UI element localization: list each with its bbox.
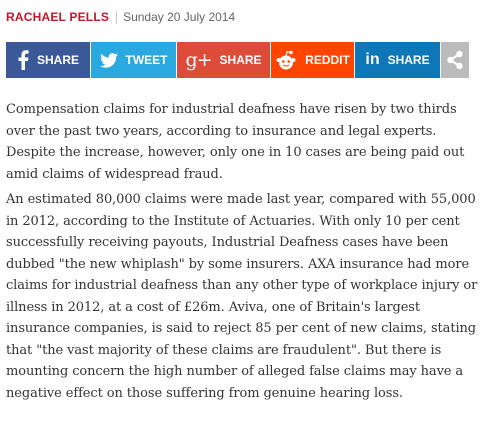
google-plus-share-button[interactable]: g+ SHARE xyxy=(177,42,270,78)
linkedin-share-button[interactable]: in SHARE xyxy=(355,42,440,78)
publish-date: Sunday 20 July 2014 xyxy=(123,10,236,24)
article-paragraph: Compensation claims for industrial deafn… xyxy=(6,102,465,182)
facebook-icon xyxy=(17,50,29,70)
google-plus-icon: g+ xyxy=(185,49,212,71)
article-body: Compensation claims for industrial deafn… xyxy=(6,99,480,408)
reddit-share-label: REDDIT xyxy=(305,53,350,67)
linkedin-share-label: SHARE xyxy=(387,53,430,67)
twitter-tweet-button[interactable]: TWEET xyxy=(91,42,176,78)
more-share-button[interactable] xyxy=(441,42,469,78)
article-paragraph: An estimated 80,000 claims were made las… xyxy=(6,192,478,401)
share-icon xyxy=(446,50,464,70)
linkedin-icon: in xyxy=(365,51,380,68)
share-bar: SHARE TWEET g+ SHARE REDDIT in SHARE xyxy=(6,42,469,78)
facebook-share-label: SHARE xyxy=(36,53,79,67)
byline: RACHAEL PELLS Sunday 20 July 2014 xyxy=(6,8,235,26)
google-plus-share-label: SHARE xyxy=(219,53,262,67)
twitter-icon xyxy=(99,52,118,68)
reddit-icon xyxy=(275,50,297,70)
byline-divider xyxy=(116,10,118,24)
twitter-tweet-label: TWEET xyxy=(125,53,168,67)
facebook-share-button[interactable]: SHARE xyxy=(6,42,90,78)
reddit-share-button[interactable]: REDDIT xyxy=(271,42,354,78)
author-link[interactable]: RACHAEL PELLS xyxy=(6,10,109,24)
